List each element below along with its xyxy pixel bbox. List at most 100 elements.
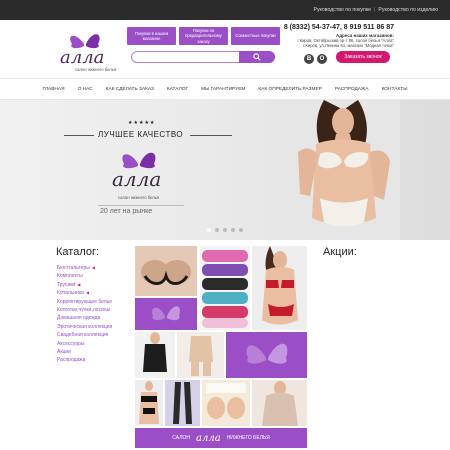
catalog-item[interactable]: Аксессуары	[57, 340, 112, 348]
catalog-item-label: Акции	[57, 348, 71, 355]
submenu-arrow-icon[interactable]: ◀	[77, 281, 80, 289]
hero-banner[interactable]: ★★★★★ ЛУЧШЕЕ КАЧЕСТВО алла салон нижнего…	[0, 100, 450, 240]
tile-bra-closeup[interactable]	[135, 246, 197, 296]
salon-banner[interactable]: САЛОН алла НИЖНЕГО БЕЛЬЯ	[135, 428, 307, 448]
butterfly-icon	[246, 343, 288, 364]
product-guide-link[interactable]: Руководство по изделию	[378, 7, 438, 13]
product-image	[206, 383, 246, 419]
nav-item-how-to-order[interactable]: Как сделать заказ	[106, 87, 154, 92]
tile-red-lingerie[interactable]	[252, 246, 307, 330]
product-image	[139, 381, 159, 424]
main-content: Каталог: Бюстгальтеры ◀ Комплекты Трусики ◀ К…	[0, 240, 450, 450]
product-image	[262, 246, 298, 325]
search-icon	[253, 53, 261, 61]
product-image	[202, 250, 248, 328]
phone-numbers: 8 (8332) 54-37-47, 8 919 511 86 87	[283, 24, 394, 31]
catalog-item[interactable]: Эротическая коллекция	[57, 323, 112, 331]
catalog-item-label: Распродажа	[57, 357, 86, 364]
rating-stars: ★★★★★	[128, 120, 156, 126]
search-input[interactable]	[131, 51, 275, 63]
tile-black-lingerie[interactable]	[135, 380, 163, 426]
catalog-title: Каталог:	[56, 246, 100, 258]
catalog-item[interactable]: Купальники ◀	[57, 289, 112, 297]
callback-button[interactable]: Заказать звонок	[336, 51, 390, 63]
tile-purple-placeholder[interactable]	[135, 298, 197, 330]
vk-icon[interactable]: В	[304, 54, 314, 64]
catalog-item[interactable]: Бюстгальтеры ◀	[57, 264, 112, 272]
catalog-item-label: Трусики	[57, 281, 76, 288]
slider-dot[interactable]	[239, 228, 243, 232]
catalog-item[interactable]: Акции	[57, 348, 112, 356]
nav-item-catalog[interactable]: Каталог	[167, 87, 188, 92]
submenu-arrow-icon[interactable]: ◀	[86, 289, 89, 297]
nav-item-size-guide[interactable]: Как определить размер	[258, 87, 321, 92]
salon-logo-text: алла	[196, 432, 221, 444]
banner-headline: ЛУЧШЕЕ КАЧЕСТВО	[98, 130, 184, 139]
product-image	[262, 381, 298, 426]
slider-dot[interactable]	[223, 228, 227, 232]
tile-panties-pile[interactable]	[200, 246, 250, 330]
catalog-item[interactable]: Трусики ◀	[57, 281, 112, 289]
nav-item-about[interactable]: О нас	[78, 87, 93, 92]
tile-shapewear-beige[interactable]	[177, 332, 224, 378]
tile-joint-purchases[interactable]	[202, 380, 250, 426]
main-nav: Главная О нас Как сделать заказ Каталог …	[0, 78, 450, 100]
tile-tights[interactable]	[165, 380, 200, 426]
divider: |	[374, 7, 376, 13]
catalog-item-label: Корректирующее белье	[57, 298, 113, 305]
banner-logo: алла	[112, 152, 161, 191]
product-image	[141, 260, 191, 285]
submenu-arrow-icon[interactable]: ◀	[92, 264, 95, 272]
butterfly-icon	[152, 306, 180, 321]
logo-subtitle: салон нижнего белья	[75, 67, 117, 72]
catalog-item[interactable]: Комплекты	[57, 272, 112, 280]
product-image	[143, 332, 167, 372]
catalog-list: Бюстгальтеры ◀ Комплекты Трусики ◀ Купальники…	[57, 264, 112, 365]
header: алла салон нижнего белья Покупки в нашем…	[0, 20, 450, 78]
odnoklassniki-icon[interactable]: O	[317, 54, 327, 64]
top-bar: Руководство по покупке | Руководство по …	[0, 0, 450, 20]
catalog-item[interactable]: Домашняя одежда	[57, 314, 112, 322]
banner-logo-text: алла	[112, 167, 161, 191]
catalog-item-label: Домашняя одежда	[57, 315, 101, 322]
model-image	[290, 100, 400, 240]
catalog-item-label: Свадебная коллекция	[57, 332, 109, 339]
promo-button-preorder[interactable]: Покупки по предварительному заказу	[179, 27, 228, 45]
slider-dot[interactable]	[207, 228, 211, 232]
nav-item-contacts[interactable]: Контакты	[382, 87, 408, 92]
catalog-item-label: Колготки,чулки,лосины	[57, 306, 111, 313]
actions-title: Акции:	[323, 246, 357, 258]
catalog-item[interactable]: Распродажа	[57, 356, 112, 364]
slider-dot[interactable]	[231, 228, 235, 232]
purchase-guide-link[interactable]: Руководство по покупке	[314, 7, 372, 13]
slider-dots	[207, 228, 243, 232]
divider	[64, 135, 94, 136]
product-image	[173, 382, 192, 424]
banner-years: 20 лет на рынке	[100, 208, 153, 215]
product-image	[189, 336, 213, 376]
catalog-item-label: Эротическая коллекция	[57, 323, 113, 330]
promo-button-store[interactable]: Покупки в нашем магазине	[127, 27, 176, 45]
slider-dot[interactable]	[215, 228, 219, 232]
salon-text: НИЖНЕГО БЕЛЬЯ	[226, 435, 270, 441]
catalog-item-label: Купальники	[57, 290, 84, 297]
catalog-item[interactable]: Колготки,чулки,лосины	[57, 306, 112, 314]
search-button[interactable]	[239, 51, 275, 63]
catalog-item[interactable]: Корректирующее белье	[57, 298, 112, 306]
nav-item-home[interactable]: Главная	[43, 87, 65, 92]
tile-shapewear[interactable]	[135, 332, 175, 378]
divider	[98, 205, 184, 206]
catalog-item[interactable]: Свадебная коллекция	[57, 331, 112, 339]
catalog-item-label: Комплекты	[57, 273, 83, 280]
tile-purple-logo[interactable]	[226, 332, 307, 378]
nav-item-guarantee[interactable]: Мы гарантируем	[201, 87, 245, 92]
divider	[190, 135, 232, 136]
salon-text: САЛОН	[172, 435, 190, 441]
nav-item-sale[interactable]: Распродажа	[335, 87, 369, 92]
logo-text: алла	[60, 47, 104, 68]
tile-home-wear[interactable]	[252, 380, 307, 426]
catalog-item-label: Бюстгальтеры	[57, 265, 90, 271]
address-block: г.Киров, Октябрьский пр-т 86, салон бель…	[264, 38, 394, 49]
catalog-item-label: Аксессуары	[57, 340, 85, 347]
site-logo[interactable]: алла салон нижнего белья	[58, 30, 126, 74]
